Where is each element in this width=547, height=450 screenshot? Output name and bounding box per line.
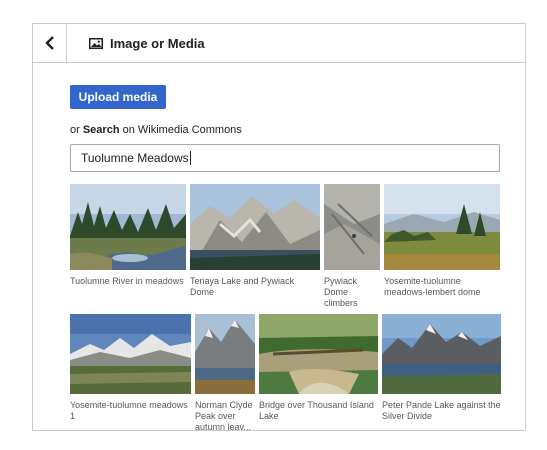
dialog-header: Image or Media xyxy=(33,24,525,63)
result-thumbnail[interactable]: Yosemite-tuolumne meadows 1 xyxy=(70,314,191,422)
result-thumbnail[interactable]: Yosemite-tuolumne meadows-lembert dome xyxy=(384,184,500,298)
result-thumbnail[interactable]: Pywiack Dome climbers xyxy=(324,184,380,309)
meadow-trees-photo xyxy=(384,184,500,270)
result-caption: Tenaya Lake and Pywiack Dome xyxy=(190,276,295,297)
result-caption: Pywiack Dome climbers xyxy=(324,276,358,308)
result-thumbnail[interactable]: Tuolumne River in meadows xyxy=(70,184,186,287)
river-forest-photo xyxy=(70,184,186,270)
search-prompt: or Search on Wikimedia Commons xyxy=(70,124,242,136)
search-input[interactable]: Tuolumne Meadows xyxy=(70,144,500,172)
result-caption: Norman Clyde Peak over autumn leav... xyxy=(195,400,253,432)
granite-mountains-photo xyxy=(190,184,320,270)
bridge-lake-photo xyxy=(259,314,378,394)
search-word: Search xyxy=(82,124,120,136)
text-cursor xyxy=(189,151,191,165)
result-caption: Yosemite-tuolumne meadows 1 xyxy=(70,400,188,421)
image-icon xyxy=(89,37,103,49)
result-thumbnail[interactable]: Bridge over Thousand Island Lake xyxy=(259,314,378,422)
result-thumbnail[interactable]: Norman Clyde Peak over autumn leav... xyxy=(195,314,255,433)
granite-slab-photo xyxy=(324,184,380,270)
result-thumbnail[interactable]: Tenaya Lake and Pywiack Dome xyxy=(190,184,320,298)
result-caption: Yosemite-tuolumne meadows-lembert dome xyxy=(384,276,481,297)
alpine-lake-photo xyxy=(382,314,501,394)
result-caption: Bridge over Thousand Island Lake xyxy=(259,400,374,421)
back-button[interactable] xyxy=(33,24,67,62)
result-thumbnail[interactable]: Peter Pande Lake against the Silver Divi… xyxy=(382,314,501,422)
chevron-left-icon xyxy=(44,36,54,50)
media-dialog: Image or Media Upload media or Search on… xyxy=(32,23,526,433)
result-caption: Peter Pande Lake against the Silver Divi… xyxy=(382,400,501,421)
result-caption: Tuolumne River in meadows xyxy=(70,276,184,286)
dialog-title: Image or Media xyxy=(110,35,205,51)
upload-media-button[interactable]: Upload media xyxy=(70,85,166,109)
peak-lake-photo xyxy=(195,314,255,394)
search-value: Tuolumne Meadows xyxy=(81,151,189,165)
snowy-peaks-photo xyxy=(70,314,191,394)
